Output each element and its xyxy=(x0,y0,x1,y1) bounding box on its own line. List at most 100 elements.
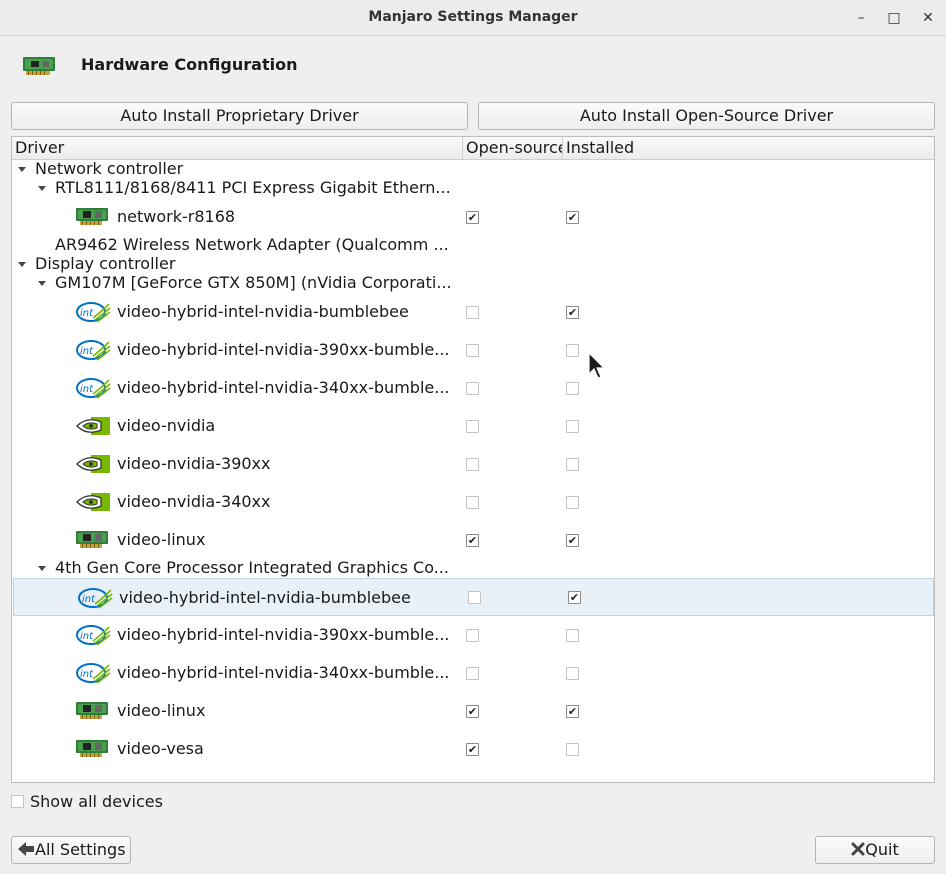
open-source-checkbox[interactable] xyxy=(466,667,479,680)
open-source-checkbox[interactable]: ✔ xyxy=(466,534,479,547)
device-row[interactable]: GM107M [GeForce GTX 850M] (nVidia Corpor… xyxy=(12,273,934,293)
svg-text:int: int xyxy=(80,346,94,357)
expander-arrow-icon[interactable] xyxy=(18,262,26,267)
title-bar: Manjaro Settings Manager – □ ✕ xyxy=(0,0,946,36)
driver-name: video-nvidia-340xx xyxy=(117,492,271,511)
installed-checkbox[interactable]: ✔ xyxy=(566,534,579,547)
installed-checkbox[interactable]: ✔ xyxy=(566,306,579,319)
open-source-checkbox[interactable] xyxy=(466,306,479,319)
column-header-driver[interactable]: Driver xyxy=(12,137,463,159)
device-row[interactable]: AR9462 Wireless Network Adapter (Qualcom… xyxy=(12,235,934,255)
driver-name: video-hybrid-intel-nvidia-390xx-bumble..… xyxy=(117,625,450,644)
device-name: GM107M [GeForce GTX 850M] (nVidia Corpor… xyxy=(55,273,452,292)
driver-row[interactable]: int video-hybrid-intel-nvidia-bumblebee ✔ xyxy=(12,293,934,331)
driver-name: video-hybrid-intel-nvidia-390xx-bumble..… xyxy=(117,340,450,359)
nvidia-logo-icon xyxy=(75,452,111,480)
driver-name: network-r8168 xyxy=(117,207,236,226)
driver-name: video-vesa xyxy=(117,739,204,758)
installed-checkbox[interactable] xyxy=(566,743,579,756)
open-source-checkbox[interactable] xyxy=(468,591,481,604)
column-header-open-source[interactable]: Open-source xyxy=(463,137,563,159)
driver-name: video-hybrid-intel-nvidia-bumblebee xyxy=(119,588,411,607)
device-name: Display controller xyxy=(35,254,176,273)
open-source-checkbox[interactable] xyxy=(466,382,479,395)
network-card-icon xyxy=(21,54,57,82)
driver-row[interactable]: int video-hybrid-intel-nvidia-340xx-bumbl… xyxy=(12,369,934,407)
installed-checkbox[interactable] xyxy=(566,420,579,433)
driver-row[interactable]: video-vesa ✔ xyxy=(12,730,934,768)
show-all-label: Show all devices xyxy=(30,792,163,811)
open-source-checkbox[interactable] xyxy=(466,420,479,433)
category-row[interactable]: Display controller xyxy=(12,254,934,274)
expander-arrow-icon[interactable] xyxy=(38,186,46,191)
column-header-installed[interactable]: Installed xyxy=(563,137,934,159)
category-row[interactable]: Network controller xyxy=(12,159,934,179)
driver-row[interactable]: network-r8168 ✔ ✔ xyxy=(12,198,934,236)
tree-header: Driver Open-source Installed xyxy=(12,137,934,160)
driver-name: video-nvidia xyxy=(117,416,216,435)
nvidia-logo-icon xyxy=(75,414,111,442)
open-source-checkbox[interactable]: ✔ xyxy=(466,743,479,756)
quit-button[interactable]: Quit xyxy=(815,836,935,864)
device-name: AR9462 Wireless Network Adapter (Qualcom… xyxy=(55,235,449,254)
driver-row[interactable]: video-nvidia-340xx xyxy=(12,483,934,521)
svg-text:int: int xyxy=(80,669,94,680)
driver-row[interactable]: video-nvidia-390xx xyxy=(12,445,934,483)
installed-checkbox[interactable] xyxy=(566,382,579,395)
open-source-checkbox[interactable] xyxy=(466,344,479,357)
auto-install-proprietary-button[interactable]: Auto Install Proprietary Driver xyxy=(11,102,468,130)
page-header: Hardware Configuration xyxy=(0,36,946,96)
installed-checkbox[interactable] xyxy=(566,458,579,471)
open-source-checkbox[interactable] xyxy=(466,629,479,642)
intel-logo-icon: int xyxy=(77,586,113,614)
minimize-button[interactable]: – xyxy=(849,6,873,30)
auto-install-opensource-button[interactable]: Auto Install Open-Source Driver xyxy=(478,102,935,130)
back-arrow-icon xyxy=(18,842,34,856)
installed-checkbox[interactable]: ✔ xyxy=(568,591,581,604)
maximize-button[interactable]: □ xyxy=(882,6,906,30)
driver-row[interactable]: int video-hybrid-intel-nvidia-390xx-bumbl… xyxy=(12,331,934,369)
all-settings-button[interactable]: All Settings xyxy=(11,836,131,864)
installed-checkbox[interactable] xyxy=(566,496,579,509)
nvidia-logo-icon xyxy=(75,490,111,518)
installed-checkbox[interactable] xyxy=(566,667,579,680)
open-source-checkbox[interactable] xyxy=(466,458,479,471)
mouse-cursor-icon xyxy=(588,352,606,379)
driver-row[interactable]: video-linux ✔ ✔ xyxy=(12,692,934,730)
driver-row[interactable]: int video-hybrid-intel-nvidia-340xx-bumbl… xyxy=(12,654,934,692)
page-title: Hardware Configuration xyxy=(81,55,298,74)
expander-arrow-icon[interactable] xyxy=(38,566,46,571)
show-all-checkbox[interactable] xyxy=(11,795,24,808)
driver-name: video-hybrid-intel-nvidia-340xx-bumble..… xyxy=(117,378,450,397)
driver-name: video-hybrid-intel-nvidia-340xx-bumble..… xyxy=(117,663,450,682)
intel-logo-icon: int xyxy=(75,338,111,366)
open-source-checkbox[interactable]: ✔ xyxy=(466,705,479,718)
driver-tree[interactable]: Driver Open-source Installed Network con… xyxy=(11,136,935,783)
installed-checkbox[interactable]: ✔ xyxy=(566,705,579,718)
driver-row[interactable]: video-nvidia xyxy=(12,407,934,445)
svg-text:int: int xyxy=(80,384,94,395)
window-title: Manjaro Settings Manager xyxy=(368,9,578,25)
close-button[interactable]: ✕ xyxy=(916,6,940,30)
device-row[interactable]: RTL8111/8168/8411 PCI Express Gigabit Et… xyxy=(12,178,934,198)
device-row[interactable]: 4th Gen Core Processor Integrated Graphi… xyxy=(12,558,934,578)
open-source-checkbox[interactable] xyxy=(466,496,479,509)
open-source-checkbox[interactable]: ✔ xyxy=(466,211,479,224)
expander-arrow-icon[interactable] xyxy=(18,167,26,172)
expander-arrow-icon[interactable] xyxy=(38,281,46,286)
installed-checkbox[interactable] xyxy=(566,344,579,357)
driver-name: video-linux xyxy=(117,701,206,720)
svg-text:int: int xyxy=(82,594,96,605)
driver-row[interactable]: int video-hybrid-intel-nvidia-bumblebee ✔ xyxy=(13,578,934,616)
driver-name: video-linux xyxy=(117,530,206,549)
intel-logo-icon: int xyxy=(75,376,111,404)
device-name: Network controller xyxy=(35,159,184,178)
intel-logo-icon: int xyxy=(75,300,111,328)
installed-checkbox[interactable]: ✔ xyxy=(566,211,579,224)
driver-row[interactable]: int video-hybrid-intel-nvidia-390xx-bumbl… xyxy=(12,616,934,654)
installed-checkbox[interactable] xyxy=(566,629,579,642)
driver-name: video-hybrid-intel-nvidia-bumblebee xyxy=(117,302,409,321)
pci-card-icon xyxy=(75,700,109,726)
intel-logo-icon: int xyxy=(75,623,111,651)
driver-row[interactable]: video-linux ✔ ✔ xyxy=(12,521,934,559)
